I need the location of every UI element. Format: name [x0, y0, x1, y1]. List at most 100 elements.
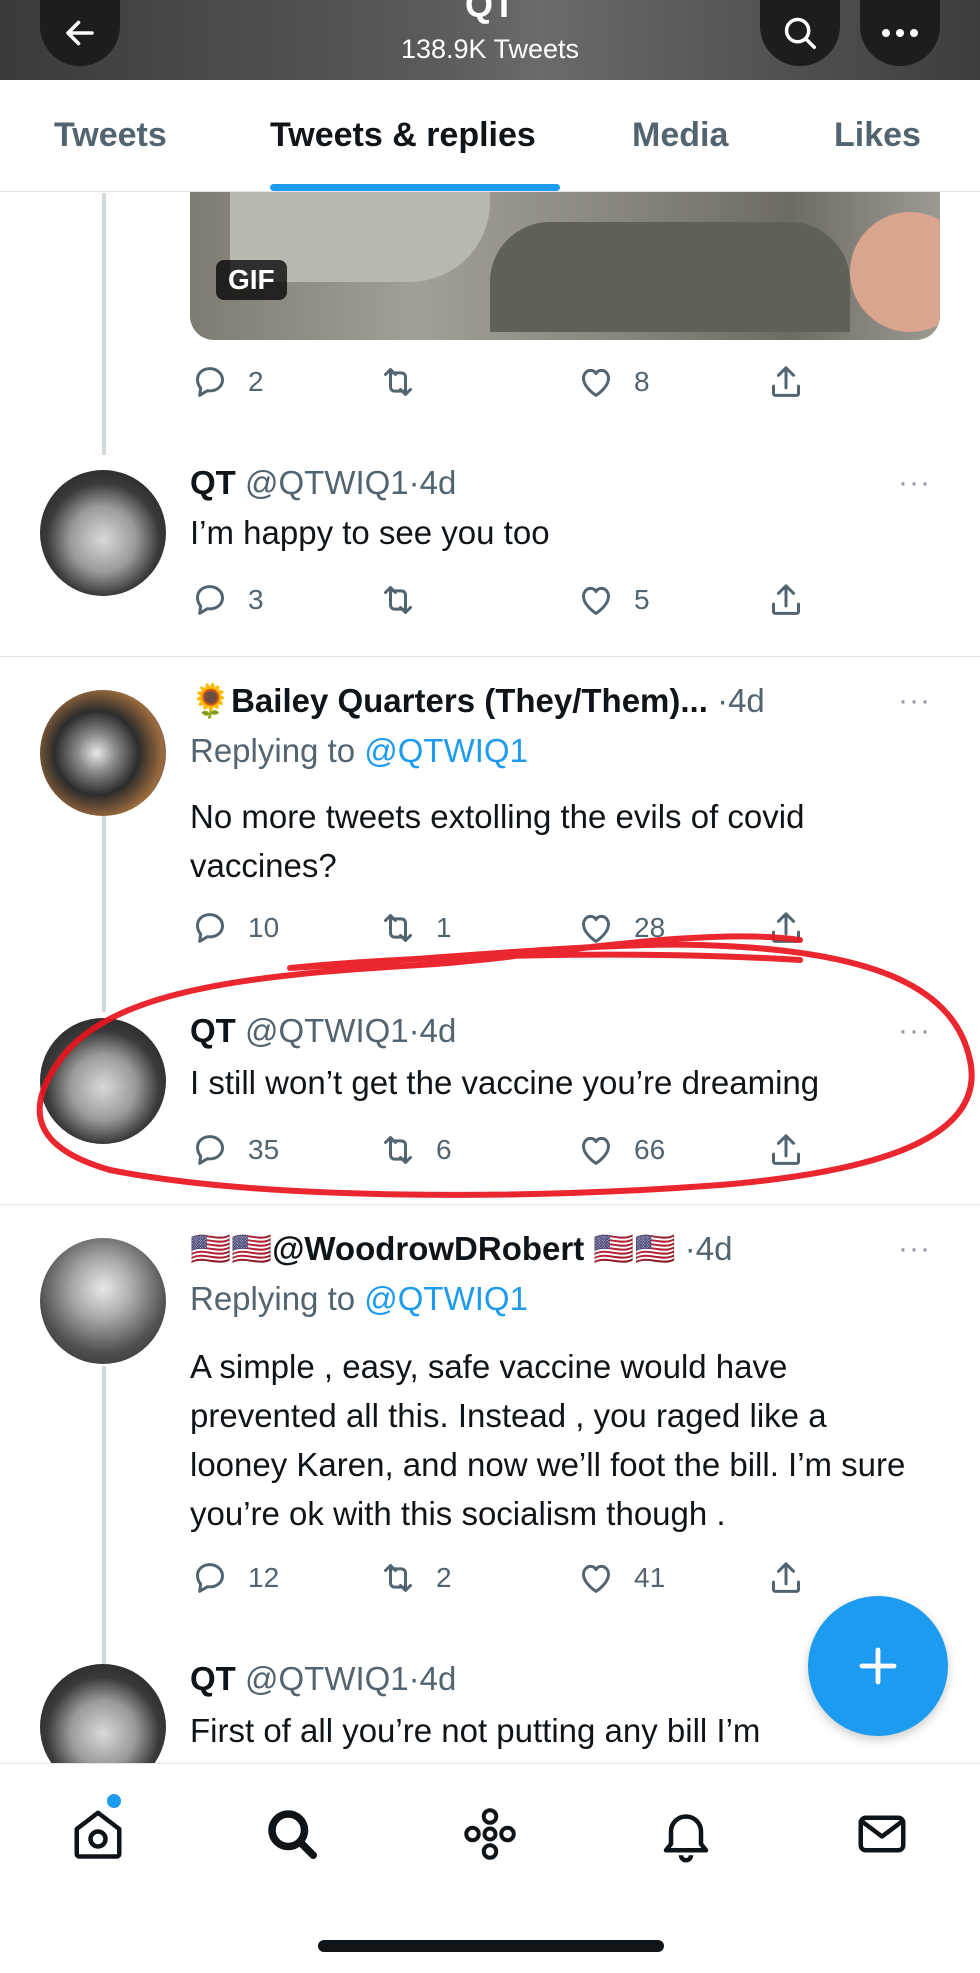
separator: · [684, 1230, 696, 1267]
share-button[interactable] [766, 1558, 824, 1598]
divider [0, 1204, 980, 1205]
tweet-actions: 10 1 28 [190, 908, 930, 952]
reply-icon [190, 580, 230, 620]
reply-icon [190, 908, 230, 948]
user-handle[interactable]: @QTWIQ1 [245, 1012, 409, 1049]
avatar[interactable] [40, 1664, 166, 1763]
profile-tabs: Tweets Tweets & replies Media Likes [0, 80, 980, 192]
tab-tweets-and-replies[interactable]: Tweets & replies [270, 116, 536, 155]
tab-media[interactable]: Media [632, 116, 728, 155]
reply-icon [190, 362, 230, 402]
messages-icon[interactable] [852, 1804, 912, 1864]
tweet-more-button[interactable]: ··· [898, 684, 931, 718]
tweet-more-button[interactable]: ··· [898, 1014, 931, 1048]
tweet-more-button[interactable]: ··· [898, 466, 931, 500]
timestamp[interactable]: 4d [420, 1012, 457, 1049]
compose-tweet-button[interactable] [808, 1596, 948, 1736]
retweet-button[interactable]: 6 [378, 1130, 452, 1170]
home-indicator [318, 1940, 664, 1952]
tab-likes[interactable]: Likes [834, 116, 921, 155]
separator: · [408, 1012, 420, 1049]
replying-to: Replying to @QTWIQ1 [190, 1280, 528, 1318]
separator: · [408, 464, 420, 501]
replying-to-handle[interactable]: @QTWIQ1 [364, 732, 528, 769]
tweet[interactable]: QT @QTWIQ1·4d ··· I’m happy to see you t… [0, 460, 980, 655]
display-name[interactable]: QT [190, 1012, 236, 1049]
reply-button[interactable]: 10 [190, 908, 279, 948]
retweet-count: 1 [436, 912, 452, 943]
avatar[interactable] [40, 690, 166, 816]
home-icon[interactable] [68, 1804, 128, 1864]
tweet[interactable]: 🇺🇸🇺🇸@WoodrowDRobert 🇺🇸🇺🇸 ·4d ··· Replyin… [0, 1226, 980, 1626]
retweet-button[interactable]: 1 [378, 908, 452, 948]
reply-button[interactable]: 3 [190, 580, 264, 620]
tweet[interactable]: QT @QTWIQ1·4d ··· I still won’t get the … [0, 1012, 980, 1202]
reply-button[interactable]: 12 [190, 1558, 279, 1598]
compose-plus-icon [859, 1647, 897, 1685]
tweet-more-button[interactable]: ··· [898, 1232, 931, 1266]
gif-badge: GIF [216, 260, 287, 300]
share-button[interactable] [766, 362, 824, 402]
tweet-header: QT @QTWIQ1·4d [190, 464, 456, 502]
retweet-button[interactable] [378, 362, 436, 402]
like-icon [576, 908, 616, 948]
share-icon [766, 580, 806, 620]
display-name[interactable]: QT [190, 1660, 236, 1697]
like-button[interactable]: 5 [576, 580, 650, 620]
search-icon [784, 17, 816, 49]
like-button[interactable]: 41 [576, 1558, 665, 1598]
search-icon[interactable] [262, 1804, 322, 1864]
retweet-icon [378, 362, 418, 402]
tweet[interactable]: 🌻Bailey Quarters (They/Them)... ·4d ··· … [0, 678, 980, 988]
replying-to: Replying to @QTWIQ1 [190, 732, 528, 770]
like-button[interactable]: 66 [576, 1130, 665, 1170]
replying-to-label: Replying to [190, 1280, 365, 1317]
tweet-text: I still won’t get the vaccine you’re dre… [190, 1064, 820, 1101]
share-button[interactable] [766, 1130, 824, 1170]
tweet-header: QT @QTWIQ1·4d [190, 1660, 456, 1698]
retweet-icon [378, 580, 418, 620]
avatar[interactable] [40, 1238, 166, 1364]
like-icon [576, 362, 616, 402]
timestamp[interactable]: 4d [696, 1230, 733, 1267]
reply-button[interactable]: 35 [190, 1130, 279, 1170]
separator: · [408, 1660, 420, 1697]
user-handle[interactable]: @QTWIQ1 [245, 464, 409, 501]
notification-dot [107, 1794, 121, 1808]
user-handle[interactable]: @QTWIQ1 [245, 1660, 409, 1697]
share-button[interactable] [766, 908, 824, 948]
reply-icon [190, 1558, 230, 1598]
replying-to-label: Replying to [190, 732, 365, 769]
like-button[interactable]: 28 [576, 908, 665, 948]
retweet-count: 2 [436, 1562, 452, 1593]
spaces-icon[interactable] [460, 1804, 520, 1864]
avatar[interactable] [40, 1018, 166, 1144]
display-name[interactable]: 🌻Bailey Quarters (They/Them)... [190, 682, 708, 719]
like-count: 41 [634, 1562, 666, 1593]
display-name[interactable]: QT [190, 464, 236, 501]
like-count: 28 [634, 912, 666, 943]
separator: · [717, 682, 729, 719]
like-button[interactable]: 8 [576, 362, 650, 402]
reply-count: 10 [248, 912, 280, 943]
share-icon [766, 908, 806, 948]
notifications-icon[interactable] [656, 1804, 716, 1864]
tweet-header: QT @QTWIQ1·4d [190, 1012, 456, 1050]
tab-tweets[interactable]: Tweets [54, 116, 167, 155]
retweet-icon [378, 908, 418, 948]
display-name[interactable]: @WoodrowDRobert [272, 1230, 584, 1267]
timestamp[interactable]: 4d [420, 1660, 457, 1697]
replying-to-handle[interactable]: @QTWIQ1 [364, 1280, 528, 1317]
divider [0, 656, 980, 657]
tweet-text: A simple , easy, safe vaccine would have… [190, 1348, 906, 1532]
avatar[interactable] [40, 470, 166, 596]
reply-count: 12 [248, 1562, 280, 1593]
timestamp[interactable]: 4d [420, 464, 457, 501]
gif-media[interactable]: GIF [190, 192, 940, 340]
timestamp[interactable]: 4d [728, 682, 765, 719]
retweet-icon [378, 1558, 418, 1598]
reply-button[interactable]: 2 [190, 362, 264, 402]
retweet-button[interactable] [378, 580, 436, 620]
share-button[interactable] [766, 580, 824, 620]
retweet-button[interactable]: 2 [378, 1558, 452, 1598]
